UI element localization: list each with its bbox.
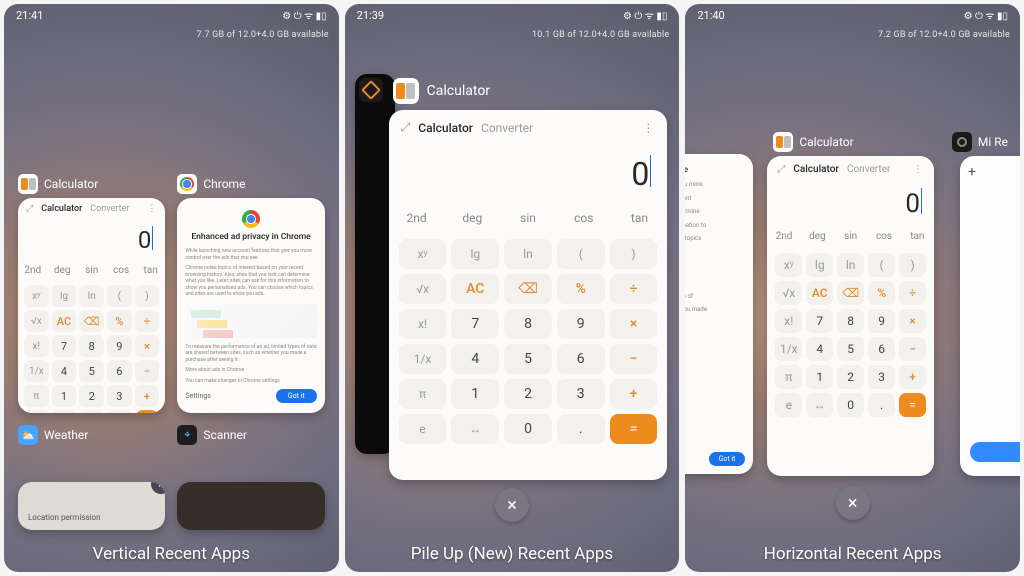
- app-name: Mi Re: [978, 135, 1008, 149]
- calc-display: 0: [389, 139, 668, 203]
- app-name: Chrome: [203, 177, 245, 191]
- calc-keypad: xʸlgln() √xAC⌫%÷ x!789× 1/x456− π123+ e↔…: [18, 281, 165, 413]
- chrome-illustration: [685, 250, 745, 264]
- recent-card-calculator[interactable]: Calculator ⤢ Calculator Converter ⋮ 0 2n…: [18, 174, 165, 413]
- miremote-icon: [952, 132, 972, 152]
- tab-calculator[interactable]: Calculator: [41, 204, 82, 214]
- scanner-icon: ⌖: [177, 425, 197, 445]
- caption: Vertical Recent Apps: [4, 544, 339, 564]
- primary-action-button[interactable]: [970, 442, 1020, 462]
- recent-card-header: Calculator: [393, 78, 490, 104]
- panel-horizontal: 21:40 ⚙ ⏻ ᯤ ▮▯ 7.2 GB of 12.0+4.0 GB ava…: [685, 4, 1020, 572]
- panel-pileup: 21:39 ⚙ ⏻ ᯤ ▮▯ 10.1 GB of 12.0+4.0 GB av…: [345, 4, 680, 572]
- key-tan[interactable]: tan: [136, 260, 165, 281]
- chrome-illustration: [185, 304, 316, 338]
- caption: Pile Up (New) Recent Apps: [345, 544, 680, 564]
- location-permission-text: Location permission: [28, 513, 101, 522]
- tab-converter[interactable]: Converter: [90, 204, 129, 214]
- status-icons: ⚙ ⏻ ᯤ ▮▯: [623, 8, 667, 22]
- recent-card-header: Mi Re: [952, 132, 1008, 152]
- recent-card-header: Calculator: [773, 132, 853, 152]
- expand-icon[interactable]: ⤢: [401, 120, 411, 135]
- weather-icon: ⛅: [18, 425, 38, 445]
- more-icon[interactable]: ⋮: [642, 121, 655, 135]
- expand-icon[interactable]: ⤢: [777, 164, 785, 175]
- calculator-icon: [393, 78, 419, 104]
- status-bar: 21:39 ⚙ ⏻ ᯤ ▮▯: [345, 4, 680, 26]
- memory-line: 10.1 GB of 12.0+4.0 GB available: [532, 30, 669, 40]
- panel-vertical: 21:41 ⚙ ⏻ ᯤ ▮▯ 7.7 GB of 12.0+4.0 GB ava…: [4, 4, 339, 572]
- clear-all-button[interactable]: ×: [495, 488, 529, 522]
- app-name: Calculator: [427, 83, 490, 99]
- recent-card-scanner[interactable]: ⌖ Scanner: [177, 425, 324, 449]
- clock: 21:40: [697, 9, 724, 22]
- close-card-button[interactable]: ×: [151, 482, 165, 494]
- status-bar: 21:40 ⚙ ⏻ ᯤ ▮▯: [685, 4, 1020, 26]
- more-icon[interactable]: ⋮: [913, 164, 924, 175]
- key-2nd[interactable]: 2nd: [18, 260, 47, 281]
- tab-converter[interactable]: Converter: [481, 121, 533, 135]
- app-name: Calculator: [44, 177, 98, 191]
- key-deg[interactable]: deg: [47, 260, 76, 281]
- status-icons: ⚙ ⏻ ᯤ ▮▯: [282, 8, 326, 22]
- recent-card-chrome[interactable]: Chrome Enhanced ad privacy in Chrome Whi…: [177, 174, 324, 413]
- recent-card-calculator[interactable]: ⤢ Calculator Converter ⋮ 0 2nd deg sin c…: [767, 156, 934, 476]
- calc-display: 0: [767, 178, 934, 225]
- clock: 21:39: [357, 9, 384, 22]
- more-icon[interactable]: ⋮: [147, 204, 157, 214]
- memory-line: 7.2 GB of 12.0+4.0 GB available: [878, 30, 1010, 40]
- expand-icon[interactable]: ⤢: [26, 204, 33, 214]
- recent-card-weather-body[interactable]: × Location permission: [18, 482, 165, 530]
- recent-card-chrome[interactable]: n Chrome that give you more on your rece…: [685, 154, 753, 474]
- chrome-logo-icon: [242, 210, 260, 228]
- recent-card-miremote[interactable]: +: [960, 156, 1020, 476]
- tab-calculator[interactable]: Calculator: [793, 164, 839, 175]
- calculator-icon: [773, 132, 793, 152]
- plus-icon[interactable]: +: [968, 164, 976, 180]
- recent-card-calculator[interactable]: ⤢ Calculator Converter ⋮ 0 2nd deg sin c…: [389, 110, 668, 480]
- calc-keypad: xʸlgln() √xAC⌫%÷ x!789× 1/x456− π123+ e↔…: [389, 233, 668, 456]
- calculator-icon: [18, 174, 38, 194]
- status-icons: ⚙ ⏻ ᯤ ▮▯: [964, 8, 1008, 22]
- app-name: Weather: [44, 428, 88, 442]
- chrome-gotit-button[interactable]: Got it: [276, 389, 317, 403]
- clock: 21:41: [16, 9, 43, 22]
- recent-card-scanner-body[interactable]: [177, 482, 324, 530]
- chrome-settings-link[interactable]: Settings: [185, 392, 211, 400]
- memory-line: 7.7 GB of 12.0+4.0 GB available: [197, 30, 329, 40]
- tab-calculator[interactable]: Calculator: [418, 121, 473, 135]
- calc-display: 0: [18, 216, 165, 260]
- app-name: Scanner: [203, 428, 247, 442]
- chrome-gotit-button[interactable]: Got it: [709, 452, 746, 466]
- caption: Horizontal Recent Apps: [685, 544, 1020, 564]
- clear-all-button[interactable]: ×: [836, 486, 870, 520]
- chrome-icon: [177, 174, 197, 194]
- chrome-title: Enhanced ad privacy in Chrome: [185, 232, 316, 242]
- tab-converter[interactable]: Converter: [847, 164, 890, 175]
- status-bar: 21:41 ⚙ ⏻ ᯤ ▮▯: [4, 4, 339, 26]
- compass-icon: [359, 78, 383, 102]
- calc-keypad: xʸlgln() √xAC⌫%÷ x!789× 1/x456− π123+ e↔…: [767, 248, 934, 427]
- key-sin[interactable]: sin: [77, 260, 106, 281]
- recent-card-weather[interactable]: ⛅ Weather: [18, 425, 165, 449]
- app-name: Calculator: [799, 135, 853, 149]
- key-cos[interactable]: cos: [106, 260, 135, 281]
